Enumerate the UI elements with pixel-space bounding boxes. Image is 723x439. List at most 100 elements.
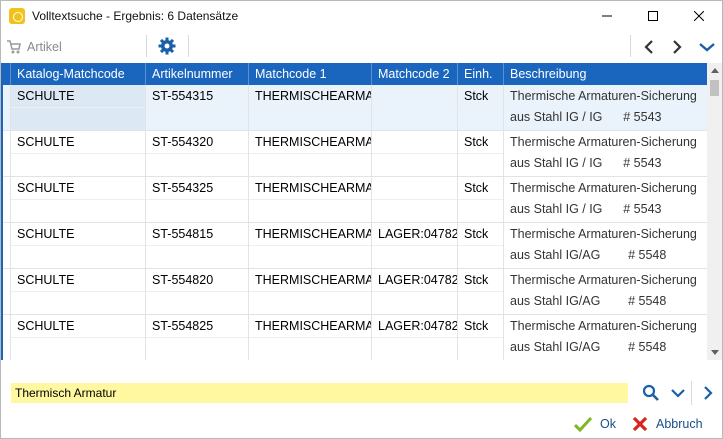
search-button[interactable]	[641, 383, 661, 403]
cell-katalog[interactable]: SCHULTE	[11, 315, 146, 360]
cell-einheit[interactable]: Stck	[458, 85, 504, 130]
table-row[interactable]: SCHULTE ST-554815 THERMISCHEARMAT LAGER:…	[3, 223, 707, 269]
cell-matchcode2[interactable]	[372, 131, 458, 176]
scroll-down-icon	[710, 350, 719, 355]
row-indicator	[3, 223, 11, 268]
search-icon	[642, 384, 659, 401]
toolbar-divider	[188, 35, 189, 57]
column-header-artikelnummer[interactable]: Artikelnummer	[146, 63, 249, 85]
title-bar: Volltextsuche - Ergebnis: 6 Datensätze	[1, 1, 722, 31]
cell-beschreibung[interactable]: Thermische Armaturen-Sicherung aus Stahl …	[504, 131, 707, 176]
vertical-scrollbar[interactable]	[707, 63, 722, 360]
cell-artikelnummer[interactable]: ST-554820	[146, 269, 249, 314]
table-row[interactable]: SCHULTE ST-554325 THERMISCHEARMAT Stck T…	[3, 177, 707, 223]
cell-katalog[interactable]: SCHULTE	[11, 131, 146, 176]
row-indicator	[3, 269, 11, 314]
scroll-up-button[interactable]	[707, 63, 722, 78]
cell-matchcode1[interactable]: THERMISCHEARMAT	[249, 85, 372, 130]
cell-matchcode2[interactable]: LAGER:047820	[372, 223, 458, 268]
table-row[interactable]: SCHULTE ST-554820 THERMISCHEARMAT LAGER:…	[3, 269, 707, 315]
ok-label: Ok	[600, 417, 616, 431]
row-indicator	[3, 315, 11, 360]
artikel-label: Artikel	[27, 39, 62, 54]
search-input[interactable]	[11, 383, 628, 403]
cell-artikelnummer[interactable]: ST-554825	[146, 315, 249, 360]
cell-einheit[interactable]: Stck	[458, 315, 504, 360]
expand-button[interactable]	[696, 36, 718, 58]
results-grid: Katalog-Matchcode Artikelnummer Matchcod…	[3, 63, 707, 360]
cell-beschreibung[interactable]: Thermische Armaturen-Sicherung aus Stahl …	[504, 269, 707, 314]
chevron-right-icon	[704, 386, 713, 400]
column-header-beschreibung[interactable]: Beschreibung	[504, 63, 707, 85]
cell-katalog[interactable]: SCHULTE	[11, 269, 146, 314]
table-row[interactable]: SCHULTE ST-554825 THERMISCHEARMAT LAGER:…	[3, 315, 707, 360]
cell-katalog[interactable]: SCHULTE	[11, 85, 146, 130]
maximize-button[interactable]	[630, 1, 676, 31]
x-icon	[632, 416, 648, 432]
cancel-button[interactable]: Abbruch	[632, 413, 703, 435]
next-record-button[interactable]	[666, 36, 688, 58]
close-button[interactable]	[676, 1, 722, 31]
toolbar: Artikel	[1, 31, 722, 62]
chevron-right-icon	[673, 40, 682, 54]
checkmark-icon	[574, 416, 592, 432]
table-row[interactable]: SCHULTE ST-554320 THERMISCHEARMAT Stck T…	[3, 131, 707, 177]
artikel-button[interactable]: Artikel	[6, 39, 62, 55]
cell-beschreibung[interactable]: Thermische Armaturen-Sicherung aus Stahl …	[504, 223, 707, 268]
column-header-matchcode2[interactable]: Matchcode 2	[372, 63, 458, 85]
grid-body: SCHULTE ST-554315 THERMISCHEARMAT Stck T…	[3, 85, 707, 360]
window-title: Volltextsuche - Ergebnis: 6 Datensätze	[32, 9, 239, 23]
cell-beschreibung[interactable]: Thermische Armaturen-Sicherung aus Stahl …	[504, 177, 707, 222]
search-next-button[interactable]	[698, 383, 718, 403]
cell-katalog[interactable]: SCHULTE	[11, 177, 146, 222]
row-indicator	[3, 177, 11, 222]
cell-einheit[interactable]: Stck	[458, 177, 504, 222]
chevron-down-icon	[671, 389, 685, 398]
cell-einheit[interactable]: Stck	[458, 269, 504, 314]
table-row[interactable]: SCHULTE ST-554315 THERMISCHEARMAT Stck T…	[3, 85, 707, 131]
cell-matchcode1[interactable]: THERMISCHEARMAT	[249, 315, 372, 360]
cell-matchcode1[interactable]: THERMISCHEARMAT	[249, 223, 372, 268]
grid-header: Katalog-Matchcode Artikelnummer Matchcod…	[3, 63, 707, 85]
scroll-down-button[interactable]	[707, 345, 722, 360]
column-header-einheit[interactable]: Einh.	[458, 63, 504, 85]
cell-katalog[interactable]: SCHULTE	[11, 223, 146, 268]
search-options-button[interactable]	[668, 383, 688, 403]
cell-artikelnummer[interactable]: ST-554325	[146, 177, 249, 222]
previous-record-button[interactable]	[638, 36, 660, 58]
cell-beschreibung[interactable]: Thermische Armaturen-Sicherung aus Stahl …	[504, 85, 707, 130]
row-indicator	[3, 131, 11, 176]
ok-button[interactable]: Ok	[574, 413, 616, 435]
cell-matchcode2[interactable]	[372, 85, 458, 130]
row-indicator	[3, 85, 11, 130]
cell-matchcode2[interactable]	[372, 177, 458, 222]
chevron-down-icon	[699, 43, 715, 52]
row-indicator-header	[3, 63, 11, 85]
settings-button[interactable]	[157, 36, 177, 56]
cell-artikelnummer[interactable]: ST-554315	[146, 85, 249, 130]
cell-einheit[interactable]: Stck	[458, 223, 504, 268]
cart-icon	[7, 39, 21, 53]
cell-matchcode2[interactable]: LAGER:047820	[372, 269, 458, 314]
scroll-up-icon	[710, 68, 719, 73]
window-controls	[584, 1, 722, 31]
gear-icon	[158, 37, 176, 55]
cell-beschreibung[interactable]: Thermische Armaturen-Sicherung aus Stahl …	[504, 315, 707, 360]
cell-artikelnummer[interactable]: ST-554320	[146, 131, 249, 176]
minimize-button[interactable]	[584, 1, 630, 31]
cell-artikelnummer[interactable]: ST-554815	[146, 223, 249, 268]
toolbar-divider	[146, 35, 147, 57]
column-header-matchcode1[interactable]: Matchcode 1	[249, 63, 372, 85]
cell-matchcode1[interactable]: THERMISCHEARMAT	[249, 269, 372, 314]
cancel-label: Abbruch	[656, 417, 703, 431]
minimize-icon	[602, 15, 612, 17]
search-dialog: Volltextsuche - Ergebnis: 6 Datensätze A…	[0, 0, 723, 439]
cell-einheit[interactable]: Stck	[458, 131, 504, 176]
cell-matchcode1[interactable]: THERMISCHEARMAT	[249, 131, 372, 176]
chevron-left-icon	[644, 40, 653, 54]
cell-matchcode2[interactable]: LAGER:047820	[372, 315, 458, 360]
column-header-katalog-matchcode[interactable]: Katalog-Matchcode	[11, 63, 146, 85]
close-icon	[694, 11, 704, 21]
cell-matchcode1[interactable]: THERMISCHEARMAT	[249, 177, 372, 222]
scrollbar-thumb[interactable]	[710, 80, 719, 96]
